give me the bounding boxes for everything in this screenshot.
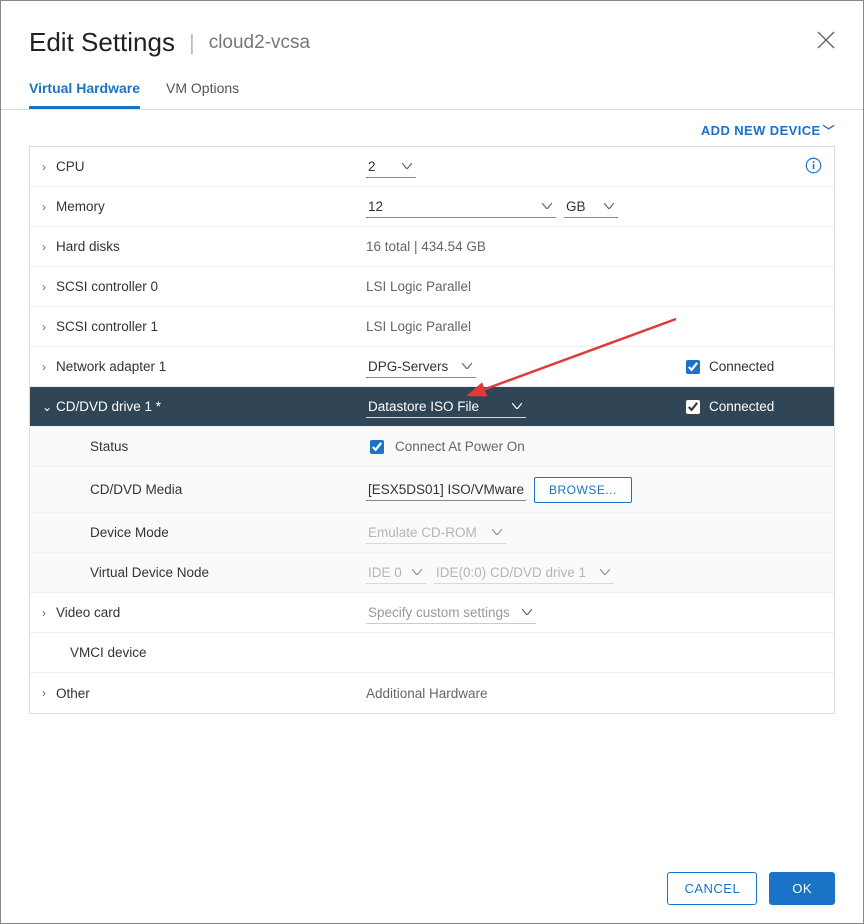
toolbar: ADD NEW DEVICE﹀ [1,110,863,146]
close-icon[interactable] [817,31,835,54]
hardware-table-container: › CPU 2 › Memory 12 [1,146,863,854]
dialog-header: Edit Settings | cloud2-vcsa [1,1,863,72]
expand-icon[interactable]: › [42,360,56,374]
cddvd-connected-checkbox[interactable] [686,400,700,414]
dialog-title: Edit Settings [29,27,175,58]
row-cd-dvd-drive-1[interactable]: ⌄ CD/DVD drive 1 * Datastore ISO File Co… [30,387,834,427]
row-status: Status Connect At Power On [30,427,834,467]
row-network-adapter-1[interactable]: › Network adapter 1 DPG-Servers Connecte… [30,347,834,387]
row-video-card[interactable]: › Video card Specify custom settings [30,593,834,633]
cddvd-source-select[interactable]: Datastore ISO File [366,396,526,418]
net1-label: Network adapter 1 [56,359,366,374]
row-memory[interactable]: › Memory 12 GB [30,187,834,227]
row-scsi-0[interactable]: › SCSI controller 0 LSI Logic Parallel [30,267,834,307]
memory-unit-select[interactable]: GB [564,196,618,218]
media-path-input[interactable] [366,479,526,501]
row-device-mode: Device Mode Emulate CD-ROM [30,513,834,553]
scsi1-value: LSI Logic Parallel [366,319,682,334]
row-vmci-device: VMCI device [30,633,834,673]
row-virtual-device-node: Virtual Device Node IDE 0 IDE(0:0) CD/DV… [30,553,834,593]
vdn-ide-select: IDE 0 [366,562,426,584]
info-icon[interactable] [805,157,822,177]
other-label: Other [56,686,366,701]
net1-connected-label: Connected [709,359,774,374]
scsi1-label: SCSI controller 1 [56,319,366,334]
title-divider: | [189,30,195,56]
expand-icon[interactable]: › [42,200,56,214]
connect-at-power-on-checkbox[interactable] [370,440,384,454]
chevron-down-icon: ﹀ [823,124,835,138]
dialog-footer: CANCEL OK [1,854,863,923]
cddvd-connected-label: Connected [709,399,774,414]
video-select[interactable]: Specify custom settings [366,602,536,624]
vmci-label: VMCI device [56,645,366,660]
cancel-button[interactable]: CANCEL [667,872,757,905]
add-new-device-label: ADD NEW DEVICE [701,123,821,138]
row-other[interactable]: › Other Additional Hardware [30,673,834,713]
tab-vm-options[interactable]: VM Options [166,72,239,109]
expand-icon[interactable]: › [42,280,56,294]
connect-at-power-on-label: Connect At Power On [395,439,525,454]
status-label: Status [56,439,366,454]
hard-disks-value: 16 total | 434.54 GB [366,239,682,254]
video-label: Video card [56,605,366,620]
row-hard-disks[interactable]: › Hard disks 16 total | 434.54 GB [30,227,834,267]
edit-settings-dialog: Edit Settings | cloud2-vcsa Virtual Hard… [0,0,864,924]
cddvd-label: CD/DVD drive 1 * [56,399,366,414]
row-scsi-1[interactable]: › SCSI controller 1 LSI Logic Parallel [30,307,834,347]
add-new-device-button[interactable]: ADD NEW DEVICE﹀ [701,123,835,138]
vdn-label: Virtual Device Node [56,565,366,580]
row-cd-dvd-media: CD/DVD Media BROWSE... [30,467,834,513]
row-cpu[interactable]: › CPU 2 [30,147,834,187]
vdn-slot-select: IDE(0:0) CD/DVD drive 1 [434,562,614,584]
device-mode-select: Emulate CD-ROM [366,522,506,544]
net1-connected-checkbox[interactable] [686,360,700,374]
network-select[interactable]: DPG-Servers [366,356,476,378]
expand-icon[interactable]: › [42,160,56,174]
other-value: Additional Hardware [366,686,682,701]
hardware-table: › CPU 2 › Memory 12 [29,146,835,714]
ok-button[interactable]: OK [769,872,835,905]
collapse-icon[interactable]: ⌄ [42,400,56,414]
expand-icon[interactable]: › [42,606,56,620]
browse-button[interactable]: BROWSE... [534,477,632,503]
tab-virtual-hardware[interactable]: Virtual Hardware [29,72,140,109]
memory-label: Memory [56,199,366,214]
expand-icon[interactable]: › [42,240,56,254]
scsi0-value: LSI Logic Parallel [366,279,682,294]
device-mode-label: Device Mode [56,525,366,540]
expand-icon[interactable]: › [42,686,56,700]
tab-bar: Virtual Hardware VM Options [1,72,863,110]
expand-icon[interactable]: › [42,320,56,334]
media-label: CD/DVD Media [56,482,366,497]
memory-value-select[interactable]: 12 [366,196,556,218]
hard-disks-label: Hard disks [56,239,366,254]
dialog-subtitle: cloud2-vcsa [209,32,310,54]
cpu-select[interactable]: 2 [366,156,416,178]
cpu-label: CPU [56,159,366,174]
scsi0-label: SCSI controller 0 [56,279,366,294]
